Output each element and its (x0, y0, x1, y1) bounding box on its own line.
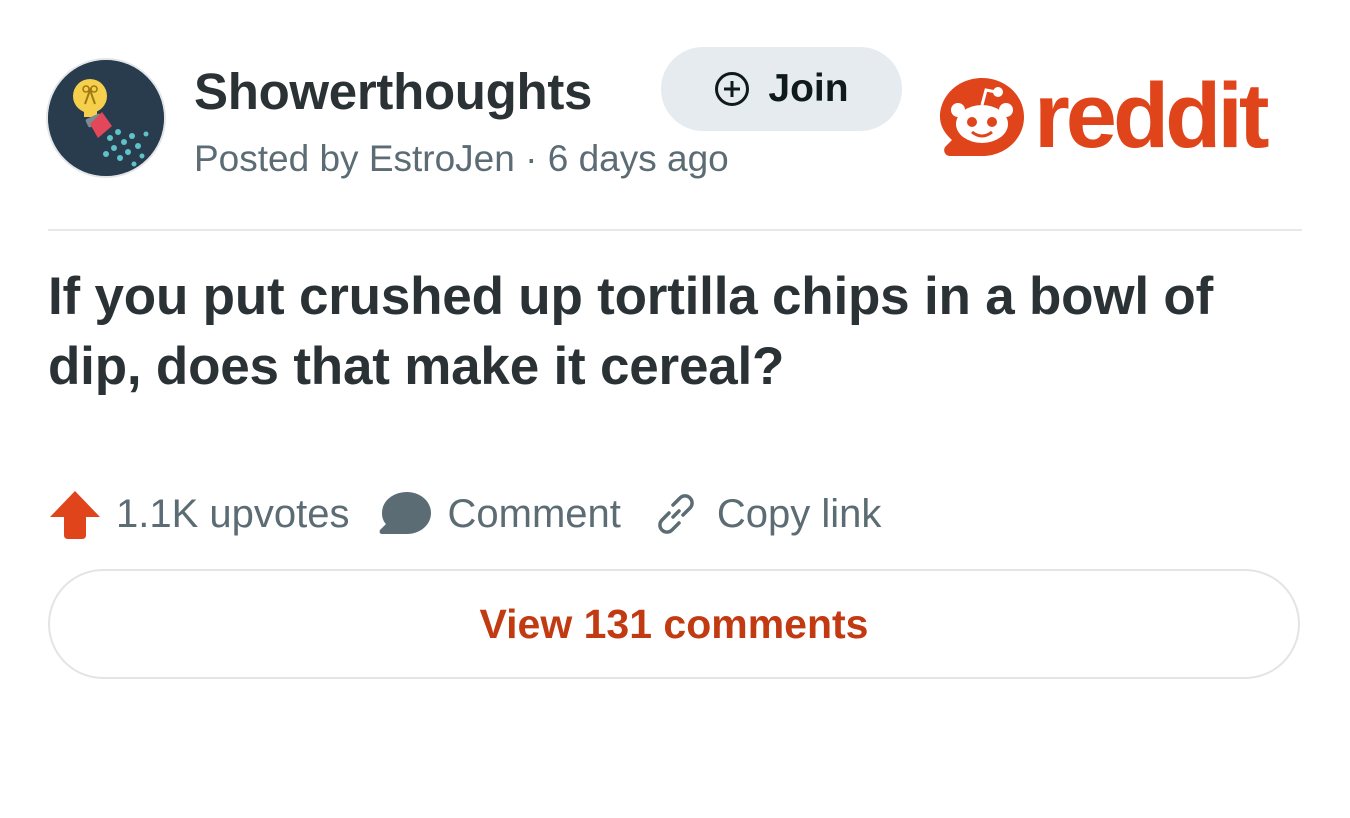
copy-link-label: Copy link (716, 491, 882, 536)
join-button[interactable]: Join (661, 47, 902, 131)
plus-circle-icon (715, 72, 750, 106)
upvote-arrow-icon (50, 491, 100, 539)
subreddit-name[interactable]: Showerthoughts (194, 62, 592, 121)
upvote-button[interactable]: 1.1K upvotes (48, 487, 350, 541)
comment-button[interactable]: Comment (378, 487, 621, 541)
post-actions: 1.1K upvotes Comment Copy link (48, 484, 881, 544)
subreddit-avatar[interactable] (48, 60, 164, 176)
post-title[interactable]: If you put crushed up tortilla chips in … (48, 262, 1308, 402)
post-meta: Posted by EstroJen · 6 days ago (194, 138, 729, 179)
post-card: Showerthoughts Posted by EstroJen · 6 da… (0, 0, 1350, 818)
reddit-wordmark: reddit (1034, 65, 1270, 167)
upvote-count: 1.1K upvotes (116, 491, 350, 536)
lightbulb-shower-icon (48, 60, 164, 176)
reddit-snoo-icon (940, 78, 1024, 156)
link-chain-icon (658, 494, 694, 534)
join-label: Join (768, 67, 849, 110)
copy-link-button[interactable]: Copy link (653, 491, 882, 537)
post-header: Showerthoughts Posted by EstroJen · 6 da… (48, 47, 1302, 179)
header-divider (48, 229, 1302, 231)
view-comments-label: View 131 comments (479, 600, 869, 647)
comment-bubble-icon (379, 492, 431, 534)
reddit-logo: reddit (936, 65, 1270, 170)
view-comments-button[interactable]: View 131 comments (48, 569, 1300, 679)
comment-label: Comment (447, 491, 621, 536)
